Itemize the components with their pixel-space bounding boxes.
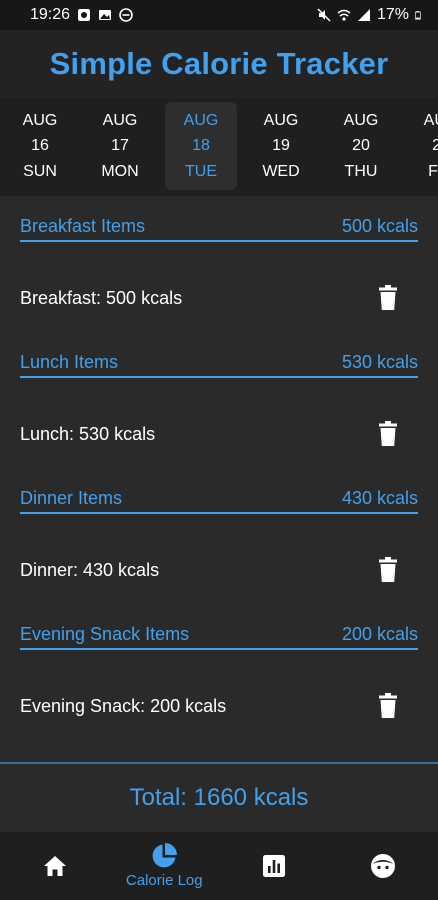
bar-chart-icon — [262, 855, 285, 877]
date-item-aug-17[interactable]: AUG 17 MON — [84, 102, 156, 190]
date-weekday: THU — [344, 162, 378, 180]
app-header: Simple Calorie Tracker — [0, 30, 438, 98]
date-month: AUG — [102, 111, 138, 129]
signal-icon — [357, 9, 370, 21]
nav-calorie-log[interactable]: Calorie Log — [110, 832, 220, 900]
trash-icon[interactable] — [377, 421, 399, 447]
date-item-aug-16[interactable]: AUG 16 SUN — [4, 102, 76, 190]
profile-face-icon — [371, 854, 396, 878]
section-title: Lunch Items — [20, 351, 119, 372]
evening-snack-section-header: Evening Snack Items 200 kcals — [20, 620, 418, 650]
lunch-section-header: Lunch Items 530 kcals — [20, 348, 418, 378]
status-bar: 19:26 17% — [0, 0, 438, 30]
date-month: AUG — [22, 111, 58, 129]
date-weekday: WED — [262, 162, 300, 180]
nav-label-calorie-log: Calorie Log — [125, 872, 203, 889]
section-total: 200 kcals — [341, 623, 418, 644]
breakfast-section-header: Breakfast Items 500 kcals — [20, 212, 418, 242]
trash-icon[interactable] — [377, 693, 399, 719]
meal-entry-label: Lunch: 530 kcals — [20, 423, 156, 444]
meal-entry-label: Breakfast: 500 kcals — [20, 287, 183, 308]
section-title: Breakfast Items — [20, 215, 146, 236]
date-month: AUG — [263, 111, 299, 129]
section-total: 500 kcals — [341, 215, 418, 236]
section-total: 430 kcals — [341, 487, 418, 508]
daily-total-label: Total: 1660 kcals — [129, 784, 309, 811]
date-day: 17 — [111, 137, 129, 155]
date-item-aug-20[interactable]: AUG 20 THU — [325, 102, 397, 190]
date-strip[interactable]: AUG 16 SUN AUG 17 MON AUG 18 TUE AUG 19 … — [0, 98, 438, 196]
date-item-aug-18-selected[interactable]: AUG 18 TUE — [165, 102, 237, 190]
section-total: 530 kcals — [341, 351, 418, 372]
meal-entry-label: Dinner: 430 kcals — [20, 559, 160, 580]
do-not-disturb-icon — [119, 8, 133, 22]
dinner-section-header: Dinner Items 430 kcals — [20, 484, 418, 514]
mute-icon — [317, 8, 331, 22]
date-day: 21 — [432, 137, 438, 155]
meal-entry-breakfast[interactable]: Breakfast: 500 kcals — [20, 278, 418, 318]
trash-icon[interactable] — [377, 285, 399, 311]
date-month: AUG — [183, 111, 219, 129]
trash-icon[interactable] — [377, 557, 399, 583]
wifi-icon — [337, 9, 351, 21]
date-weekday: MON — [101, 162, 139, 180]
battery-percent: 17% — [376, 6, 409, 23]
pie-chart-icon — [152, 843, 178, 868]
date-day: 20 — [352, 137, 370, 155]
meal-entry-dinner[interactable]: Dinner: 430 kcals — [20, 550, 418, 590]
date-weekday: SUN — [23, 162, 57, 180]
gallery-notification-icon — [99, 10, 112, 20]
bottom-navigation: Calorie Log — [0, 832, 438, 900]
date-item-aug-19[interactable]: AUG 19 WED — [245, 102, 317, 190]
nav-home[interactable] — [0, 832, 110, 900]
meal-entry-lunch[interactable]: Lunch: 530 kcals — [20, 414, 418, 454]
notification-app-icon — [78, 9, 91, 21]
meal-entry-label: Evening Snack: 200 kcals — [20, 695, 227, 716]
section-title: Dinner Items — [20, 487, 123, 508]
home-icon — [43, 856, 66, 876]
date-day: 18 — [192, 137, 210, 155]
section-title: Evening Snack Items — [20, 623, 190, 644]
date-item-aug-21[interactable]: AUG 21 FRI — [405, 102, 438, 190]
meal-entry-evening-snack[interactable]: Evening Snack: 200 kcals — [20, 686, 418, 726]
app-title: Simple Calorie Tracker — [49, 46, 389, 81]
date-month: AUG — [423, 111, 438, 129]
nav-profile[interactable] — [329, 832, 438, 900]
battery-icon — [415, 11, 421, 20]
date-day: 16 — [31, 137, 49, 155]
status-time: 19:26 — [30, 6, 71, 23]
date-day: 19 — [272, 137, 290, 155]
nav-statistics[interactable] — [219, 832, 329, 900]
daily-total-bar: Total: 1660 kcals — [0, 762, 438, 832]
date-month: AUG — [343, 111, 379, 129]
date-weekday: FRI — [428, 162, 438, 180]
date-weekday: TUE — [185, 162, 217, 180]
